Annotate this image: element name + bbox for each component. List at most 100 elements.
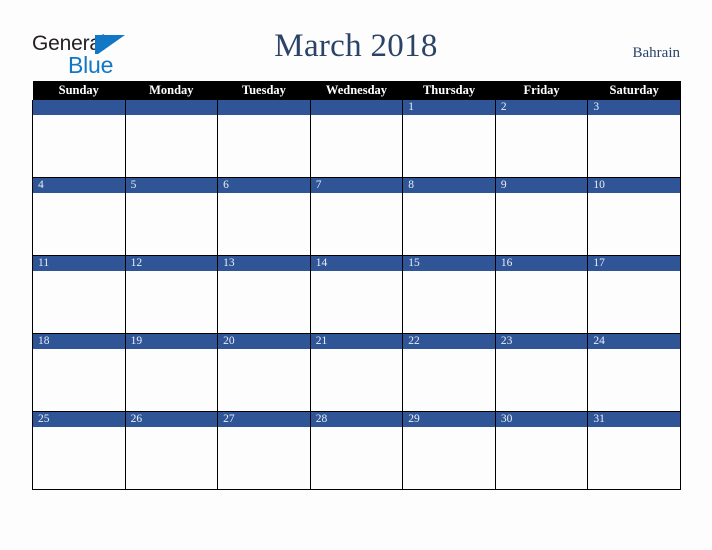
day-events-area[interactable]	[588, 271, 680, 332]
day-number: 22	[403, 334, 495, 349]
day-events-area[interactable]	[218, 349, 310, 410]
day-events-area[interactable]	[126, 115, 218, 176]
day-events-area[interactable]	[588, 349, 680, 410]
calendar-day-cell[interactable]	[32, 100, 126, 178]
day-number: 8	[403, 178, 495, 193]
day-events-area[interactable]	[33, 427, 125, 488]
calendar-day-cell[interactable]: 19	[124, 333, 219, 412]
day-number: 3	[588, 100, 680, 115]
day-number: 21	[310, 334, 403, 349]
calendar-day-cell[interactable]: 9	[494, 177, 589, 256]
day-events-area[interactable]	[496, 271, 588, 332]
day-events-area[interactable]	[33, 115, 125, 176]
day-number: 1	[403, 100, 495, 115]
calendar-day-cell[interactable]: 23	[494, 333, 589, 412]
day-number	[125, 100, 218, 115]
weekday-header-thursday: Thursday	[402, 81, 496, 100]
calendar-page: General Blue March 2018 Bahrain Sunday M…	[0, 0, 712, 550]
day-events-area[interactable]	[33, 349, 125, 410]
calendar-day-cell[interactable]: 8	[402, 177, 496, 256]
day-events-area[interactable]	[126, 427, 218, 488]
day-number: 2	[495, 100, 588, 115]
calendar-day-cell[interactable]: 27	[217, 411, 311, 490]
page-title: March 2018	[274, 28, 438, 64]
day-events-area[interactable]	[496, 427, 588, 488]
day-events-area[interactable]	[403, 271, 495, 332]
day-events-area[interactable]	[311, 427, 403, 488]
day-events-area[interactable]	[126, 193, 218, 254]
day-number: 13	[218, 256, 310, 271]
day-events-area[interactable]	[588, 115, 680, 176]
day-number: 19	[125, 334, 218, 349]
calendar-day-cell[interactable]: 15	[402, 255, 496, 334]
calendar-day-cell[interactable]	[309, 100, 404, 178]
day-events-area[interactable]	[311, 193, 403, 254]
calendar-day-cell[interactable]: 29	[402, 411, 496, 490]
day-number	[218, 100, 310, 115]
day-events-area[interactable]	[33, 193, 125, 254]
day-events-area[interactable]	[311, 349, 403, 410]
calendar-day-cell[interactable]: 4	[32, 177, 126, 256]
calendar-day-cell[interactable]: 31	[587, 411, 681, 490]
calendar-day-cell[interactable]: 5	[124, 177, 219, 256]
calendar-day-cell[interactable]: 6	[217, 177, 311, 256]
day-events-area[interactable]	[311, 271, 403, 332]
day-number: 28	[310, 412, 403, 427]
day-number: 27	[218, 412, 310, 427]
day-events-area[interactable]	[33, 271, 125, 332]
day-events-area[interactable]	[218, 193, 310, 254]
day-events-area[interactable]	[311, 115, 403, 176]
day-events-area[interactable]	[588, 427, 680, 488]
day-events-area[interactable]	[126, 349, 218, 410]
calendar-day-cell[interactable]	[217, 100, 311, 178]
calendar-day-cell[interactable]	[124, 100, 219, 178]
day-events-area[interactable]	[218, 271, 310, 332]
calendar-day-cell[interactable]: 25	[32, 411, 126, 490]
day-number: 12	[125, 256, 218, 271]
day-number: 15	[403, 256, 495, 271]
page-header: General Blue March 2018 Bahrain	[0, 0, 712, 80]
calendar-day-cell[interactable]: 2	[494, 100, 589, 178]
calendar-day-cell[interactable]: 18	[32, 333, 126, 412]
day-events-area[interactable]	[403, 193, 495, 254]
calendar-day-cell[interactable]: 11	[32, 255, 126, 334]
calendar-day-cell[interactable]: 14	[309, 255, 404, 334]
day-number: 14	[310, 256, 403, 271]
day-events-area[interactable]	[403, 115, 495, 176]
calendar-day-cell[interactable]: 26	[124, 411, 219, 490]
weekday-header-monday: Monday	[125, 81, 218, 100]
day-number: 17	[588, 256, 680, 271]
calendar-day-cell[interactable]: 13	[217, 255, 311, 334]
calendar-day-cell[interactable]: 30	[494, 411, 589, 490]
calendar-day-cell[interactable]: 12	[124, 255, 219, 334]
day-events-area[interactable]	[588, 193, 680, 254]
day-events-area[interactable]	[403, 349, 495, 410]
calendar-day-cell[interactable]: 1	[402, 100, 496, 178]
day-number: 25	[33, 412, 125, 427]
day-number: 30	[495, 412, 588, 427]
calendar-day-cell[interactable]: 28	[309, 411, 404, 490]
day-number: 29	[403, 412, 495, 427]
day-events-area[interactable]	[126, 271, 218, 332]
day-events-area[interactable]	[496, 115, 588, 176]
weekday-header-row: Sunday Monday Tuesday Wednesday Thursday…	[32, 81, 681, 100]
day-events-area[interactable]	[496, 193, 588, 254]
calendar-day-cell[interactable]: 17	[587, 255, 681, 334]
day-events-area[interactable]	[218, 427, 310, 488]
day-events-area[interactable]	[218, 115, 310, 176]
day-number: 31	[588, 412, 680, 427]
calendar-day-cell[interactable]: 24	[587, 333, 681, 412]
day-number: 16	[495, 256, 588, 271]
calendar-day-cell[interactable]: 3	[587, 100, 681, 178]
day-number	[33, 100, 125, 115]
day-events-area[interactable]	[496, 349, 588, 410]
day-number: 23	[495, 334, 588, 349]
calendar-day-cell[interactable]: 10	[587, 177, 681, 256]
day-events-area[interactable]	[403, 427, 495, 488]
calendar-day-cell[interactable]: 20	[217, 333, 311, 412]
calendar-day-cell[interactable]: 16	[494, 255, 589, 334]
calendar-day-cell[interactable]: 7	[309, 177, 404, 256]
calendar-day-cell[interactable]: 22	[402, 333, 496, 412]
calendar-day-cell[interactable]: 21	[309, 333, 404, 412]
calendar-week-row: 4 5 6 7 8 9 10	[32, 177, 681, 256]
